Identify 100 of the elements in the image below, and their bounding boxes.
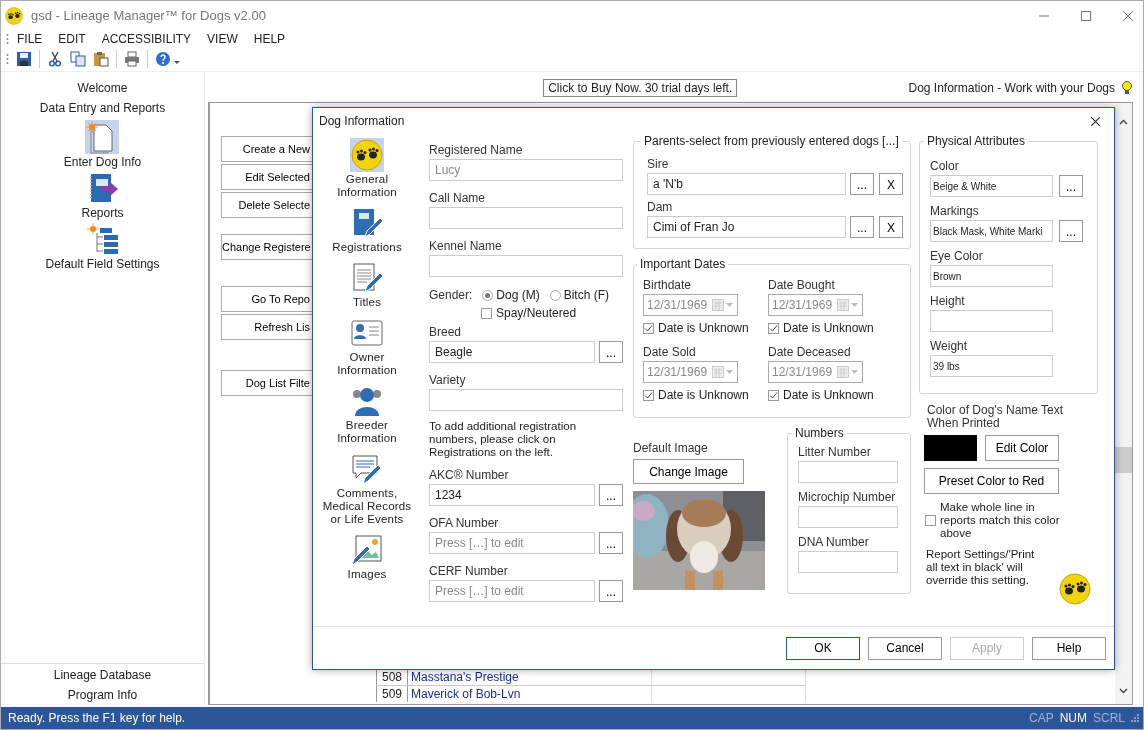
input-field[interactable]: Brown [930,265,1053,287]
input-field[interactable]: Beige & White [930,175,1053,197]
sidebar-link[interactable]: Program Info [67,685,138,705]
checkbox[interactable] [481,307,492,319]
action-button[interactable]: Refresh Lis [221,314,312,340]
group-title: Numbers [794,426,845,440]
menu-item[interactable]: FILE [9,31,51,46]
action-button[interactable]: Edit Selected [221,164,312,190]
input-field[interactable] [930,310,1053,332]
maximize-icon[interactable] [1081,10,1091,21]
save-icon[interactable] [16,51,32,67]
nav-item[interactable]: General Information [322,138,412,199]
nav-item[interactable]: Images [322,533,412,581]
field-label: DNA Number [798,534,870,551]
scroll-up-icon[interactable] [1119,119,1128,125]
change-image-button[interactable]: Change Image [633,459,744,484]
checkbox-label: Date is Unknown [658,321,749,335]
nav-item[interactable]: Comments, Medical Records or Life Events [318,452,416,526]
clear-button[interactable]: X [879,173,903,195]
field-label: Variety [429,372,467,389]
status-text: Ready. Press the F1 key for help. [8,711,186,725]
nav-item[interactable]: Titles [322,261,412,309]
field-label: Gender: [429,286,473,304]
clear-button[interactable]: X [879,216,903,238]
trial-banner[interactable]: Click to Buy Now. 30 trial days left. [543,79,738,97]
action-button[interactable]: Dog List Filte [221,370,312,396]
checkbox-label: Date is Unknown [783,321,874,335]
menu-item[interactable]: ACCESSIBILITY [93,31,200,46]
input-field[interactable]: Press […] to edit [429,532,595,554]
nav-item[interactable]: Owner Information [322,316,412,377]
input-field[interactable]: 1234 [429,484,595,506]
input-field[interactable] [798,506,898,528]
input-field[interactable]: 39 lbs [930,355,1053,377]
paste-icon[interactable] [93,51,109,67]
menu-item[interactable]: VIEW [199,31,246,46]
nav-item[interactable]: Breeder Information [322,384,412,445]
browse-button[interactable]: ... [850,216,874,238]
sidebar-link[interactable]: Welcome [77,78,128,98]
help-icon[interactable] [155,51,171,67]
input-field[interactable] [798,551,898,573]
input-field[interactable] [429,389,623,411]
dialog-button[interactable]: Help [1032,636,1106,660]
scroll-down-icon[interactable] [1119,688,1128,694]
table-cell[interactable]: Maverick of Bob-Lvn [408,686,652,702]
tree-list-icon [85,222,120,256]
field-label: Weight [930,338,969,355]
checkbox-label: Date is Unknown [783,388,874,402]
hint-text: Report Settings/'Print all text in black' will override this setting. [926,548,1036,587]
action-button[interactable]: Delete Selecte [221,192,312,218]
scroll-thumb[interactable] [1115,447,1132,473]
field-label: Date Bought [768,277,836,294]
dialog-button[interactable]: Cancel [868,636,942,660]
input-field[interactable] [429,207,623,229]
browse-button[interactable]: ... [1059,220,1083,242]
menu-item[interactable]: EDIT [50,31,94,46]
paw-icon [351,139,383,171]
sidebar-item[interactable]: Reports [81,171,124,220]
input-field[interactable]: a 'N'b [647,173,846,195]
browse-button[interactable]: ... [1059,175,1083,197]
sidebar-link[interactable]: Data Entry and Reports [39,98,166,118]
field-label: Birthdate [643,277,693,294]
sidebar-link[interactable]: Lineage Database [53,665,152,685]
field-label: Height [930,293,966,310]
nav-item[interactable]: Registrations [322,206,412,254]
field-label: Eye Color [930,248,984,265]
input-field[interactable]: Press […] to edit [429,580,595,602]
browse-button[interactable]: ... [599,484,623,506]
menu-item[interactable]: HELP [245,31,294,46]
input-field[interactable] [798,461,898,483]
field-label: AKC® Number [429,467,510,484]
browse-button[interactable]: ... [850,173,874,195]
browse-button[interactable]: ... [599,532,623,554]
caret-icon[interactable] [174,61,180,65]
window-title: gsd - Lineage Manager™ for Dogs v2.00 [31,8,266,23]
group-title: Parents-select from previously entered dogs [...] [643,134,900,148]
browse-button[interactable]: ... [599,580,623,602]
edit-color-button[interactable]: Edit Color [985,435,1059,461]
print-icon[interactable] [124,51,140,67]
sidebar-item[interactable]: Default Field Settings [45,222,160,271]
cut-icon[interactable] [47,51,63,67]
sidebar-item[interactable]: Enter Dog Info [63,120,142,169]
input-field[interactable]: Cimi of Fran Jo [647,216,846,238]
preset-color-button[interactable]: Preset Color to Red [924,468,1059,494]
close-icon[interactable] [1091,116,1100,126]
input-field[interactable] [429,255,623,277]
browse-button[interactable]: ... [599,341,623,363]
page-title: Dog Information - Work with your Dogs [908,81,1115,95]
action-button[interactable]: Create a New [221,136,312,162]
input-field[interactable]: Black Mask, White Marki [930,220,1053,242]
field-label: Color of Dog's Name Text When Printed [927,404,1065,430]
field-label: Call Name [429,190,486,207]
scrollbar[interactable] [1115,103,1132,704]
input-field[interactable]: Beagle [429,341,595,363]
field-label: Registered Name [429,142,524,159]
checkbox[interactable] [925,515,936,526]
action-button[interactable]: Go To Repo [221,286,312,312]
dialog-button[interactable]: OK [786,636,860,660]
action-button[interactable]: Change Registere [221,234,312,260]
copy-icon[interactable] [70,51,86,67]
resize-grip-icon [1131,714,1139,722]
